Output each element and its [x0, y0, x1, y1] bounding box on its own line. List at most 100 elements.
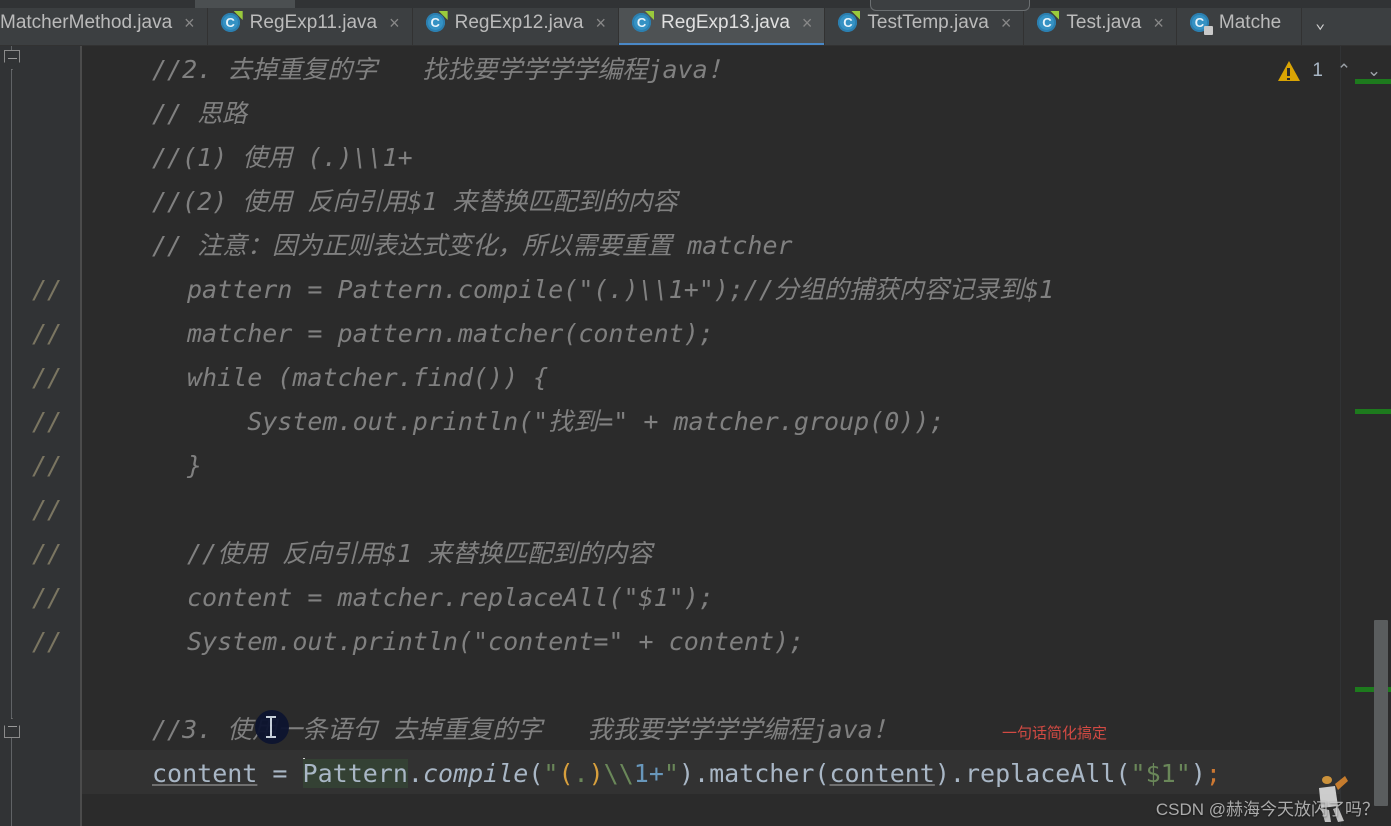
- code-line-text: // 思路: [152, 99, 248, 128]
- code-line-text: System.out.println("找到=" + matcher.group…: [187, 407, 945, 436]
- code-line-text: System.out.println("content=" + content)…: [187, 627, 805, 656]
- code-token: (: [528, 759, 544, 788]
- close-icon[interactable]: ×: [387, 14, 402, 32]
- gutter-comment-marker: //: [32, 627, 63, 656]
- java-class-icon: C: [220, 11, 243, 34]
- code-line-text: //使用 反向引用$1 来替换匹配到的内容: [187, 539, 653, 568]
- code-token: ": [663, 759, 679, 788]
- code-token: \\: [603, 759, 634, 788]
- close-icon[interactable]: ×: [1151, 14, 1166, 32]
- top-strip-left: [0, 0, 195, 8]
- code-line[interactable]: //使用 反向引用$1 来替换匹配到的内容: [187, 532, 652, 576]
- code-folding-gutter[interactable]: [0, 46, 24, 826]
- code-token: (: [1115, 759, 1131, 788]
- code-token: (: [558, 759, 574, 788]
- code-line-text: //2. 去掉重复的字 找找要学学学学编程java！: [152, 55, 733, 84]
- code-line-text: pattern = Pattern.compile("(.)\\1+");//分…: [187, 275, 1055, 304]
- code-line-text: matcher = pattern.matcher(content);: [187, 319, 714, 348]
- editor-tab-label: Matche: [1218, 12, 1282, 33]
- code-line[interactable]: //(2) 使用 反向引用$1 来替换匹配到的内容: [152, 180, 678, 224]
- code-line[interactable]: while (matcher.find()) {: [187, 356, 548, 400]
- warning-count: 1: [1312, 60, 1323, 81]
- java-class-icon: C: [425, 11, 448, 34]
- code-token: ): [1190, 759, 1206, 788]
- code-token: ;: [1205, 759, 1221, 788]
- editor-tab-label: MatcherMethod.java: [0, 12, 173, 33]
- editor-tab-label: TestTemp.java: [867, 12, 989, 33]
- code-token: Pattern: [302, 759, 408, 788]
- vertical-scrollbar-thumb[interactable]: [1374, 620, 1388, 806]
- editor-tab-label: RegExp13.java: [661, 12, 790, 33]
- code-token: ): [934, 759, 950, 788]
- gutter-comment-marker: //: [32, 363, 63, 392]
- search-everywhere-popup-stub[interactable]: [870, 0, 1030, 11]
- next-problem-icon[interactable]: ⌄: [1365, 61, 1383, 81]
- fold-region-start-marker[interactable]: [4, 50, 20, 70]
- editor-tab-label: Test.java: [1066, 12, 1142, 33]
- close-icon[interactable]: ×: [800, 14, 815, 32]
- gutter-comment-marker: //: [32, 539, 63, 568]
- code-line-text: }: [187, 451, 203, 480]
- gutter-comment-marker: //: [32, 495, 63, 524]
- java-class-icon: C: [631, 11, 655, 34]
- code-token: +: [648, 759, 664, 788]
- code-line[interactable]: //2. 去掉重复的字 找找要学学学学编程java！: [152, 48, 733, 92]
- code-token: compile: [422, 759, 529, 788]
- code-token: replaceAll: [964, 759, 1116, 788]
- gutter-comment-marker: //: [32, 319, 63, 348]
- csdn-watermark: CSDN @赫海今天放闪了吗？: [1155, 800, 1379, 819]
- code-line-text: //(1) 使用 (.)\\1+: [152, 143, 413, 172]
- gutter-comment-marker: //: [32, 583, 63, 612]
- gutter-comment-marker: //: [32, 275, 63, 304]
- fold-region-end-marker[interactable]: [4, 718, 20, 738]
- red-annotation-text: 一句话简化搞定: [1002, 725, 1108, 742]
- code-token: .: [694, 759, 710, 788]
- code-line-active[interactable]: content = Pattern.compile("(.)\\1+").mat…: [152, 752, 1221, 796]
- gutter-comment-marker: //: [32, 451, 63, 480]
- code-line-text: //(2) 使用 反向引用$1 来替换匹配到的内容: [152, 187, 678, 216]
- code-line[interactable]: System.out.println("找到=" + matcher.group…: [187, 400, 944, 444]
- code-line[interactable]: System.out.println("content=" + content)…: [187, 620, 804, 664]
- warning-triangle-icon: [1278, 61, 1301, 81]
- java-class-icon: C: [837, 11, 861, 34]
- close-icon[interactable]: ×: [999, 14, 1014, 32]
- code-token: $1: [1145, 759, 1176, 788]
- mouse-text-cursor: [255, 710, 289, 744]
- code-token: ": [1175, 759, 1191, 788]
- code-line[interactable]: // 注意：因为正则表达式变化，所以需要重置 matcher: [152, 224, 793, 268]
- code-line[interactable]: //(1) 使用 (.)\\1+: [152, 136, 413, 180]
- vcs-change-marker[interactable]: [1355, 409, 1391, 414]
- window-top-strip: [0, 0, 1391, 8]
- code-token: =: [272, 759, 288, 788]
- code-line-text: // 注意：因为正则表达式变化，所以需要重置 matcher: [152, 231, 793, 260]
- code-line[interactable]: }: [187, 444, 202, 488]
- intellij-editor-window: MatcherMethod.java × C RegExp11.java × C RegEx…: [0, 0, 1391, 826]
- top-strip-right: [295, 0, 1391, 8]
- code-line[interactable]: // 思路: [152, 92, 247, 136]
- code-text-surface[interactable]: //2. 去掉重复的字 找找要学学学学编程java！ // 思路 //(1) 使用 …: [82, 46, 1340, 826]
- previous-problem-icon[interactable]: ⌃: [1335, 61, 1353, 81]
- top-strip-highlight: [195, 0, 295, 8]
- code-line[interactable]: matcher = pattern.matcher(content);: [187, 312, 714, 356]
- code-token: content: [152, 759, 258, 788]
- code-token: ": [543, 759, 559, 788]
- editor-tab-label: RegExp11.java: [249, 12, 378, 33]
- code-token: 1: [633, 759, 649, 788]
- inspection-widget[interactable]: 1 ⌃ ⌄: [1278, 60, 1383, 82]
- code-token: .: [407, 759, 423, 788]
- java-class-icon: C: [1036, 11, 1060, 34]
- fold-region-line: [11, 46, 12, 826]
- code-token: ": [1130, 759, 1146, 788]
- code-line[interactable]: pattern = Pattern.compile("(.)\\1+");//分…: [187, 268, 1054, 312]
- editor-marker-bar[interactable]: [1340, 46, 1391, 826]
- code-line[interactable]: content = matcher.replaceAll("$1");: [187, 576, 714, 620]
- close-icon[interactable]: ×: [594, 14, 609, 32]
- editor-area[interactable]: //2. 去掉重复的字 找找要学学学学编程java！ // 思路 //(1) 使用 …: [0, 46, 1391, 826]
- java-class-locked-icon: C: [1189, 12, 1213, 35]
- close-icon[interactable]: ×: [182, 14, 197, 32]
- code-token: matcher: [709, 759, 815, 788]
- code-token: ): [678, 759, 694, 788]
- gutter-comment-marker: //: [32, 407, 63, 436]
